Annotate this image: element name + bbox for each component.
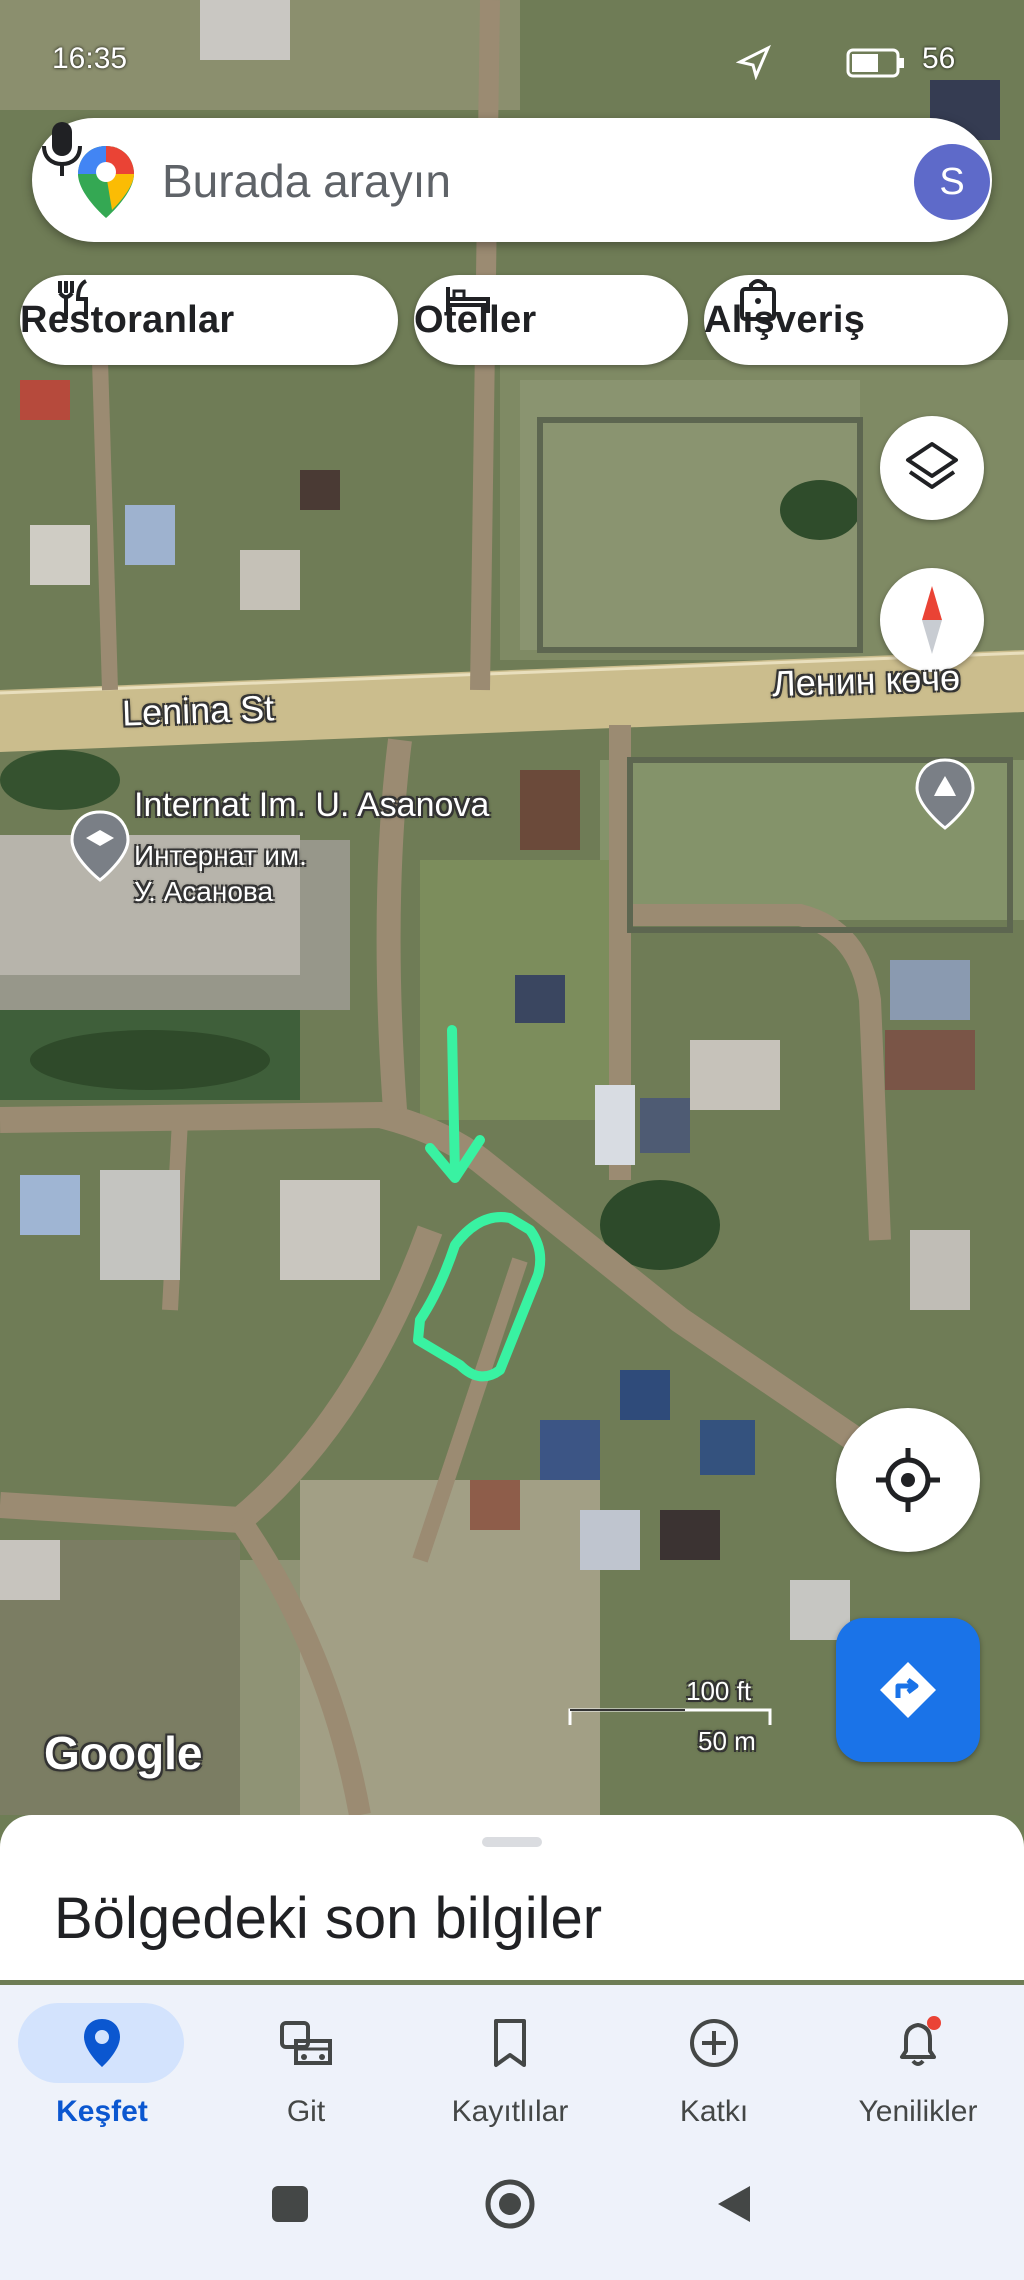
chip-label: Alışveriş xyxy=(704,298,866,341)
search-input[interactable]: Burada arayın xyxy=(162,154,451,208)
street-label-cyrillic: Ленин көчө xyxy=(771,656,961,705)
shopping-bag-icon xyxy=(740,279,776,321)
battery-level: 56 xyxy=(922,42,956,75)
google-logo: Google xyxy=(44,1727,203,1779)
directions-icon xyxy=(880,1662,936,1718)
commute-icon xyxy=(280,2021,332,2065)
nav-saved[interactable]: Kayıtlılar xyxy=(408,1985,612,2150)
fork-knife-icon xyxy=(58,279,88,319)
bed-icon xyxy=(446,287,490,313)
crosshair-icon xyxy=(876,1448,940,1512)
chip-shopping[interactable]: Alışveriş xyxy=(704,275,1008,365)
microphone-icon[interactable] xyxy=(32,118,92,182)
nav-label: Git xyxy=(286,2095,326,2128)
location-pin-icon xyxy=(84,2019,120,2067)
back-icon[interactable] xyxy=(712,2182,756,2226)
chip-restaurants[interactable]: Restoranlar xyxy=(20,275,398,365)
layers-icon xyxy=(906,442,958,489)
bookmark-icon xyxy=(494,2019,526,2067)
my-location-button[interactable] xyxy=(836,1408,980,1552)
compass-icon xyxy=(922,586,942,654)
nav-updates[interactable]: Yenilikler xyxy=(816,1985,1020,2150)
sheet-drag-handle[interactable] xyxy=(482,1837,542,1847)
recent-apps-icon[interactable] xyxy=(268,2182,312,2226)
nav-label: Katkı xyxy=(679,2095,749,2128)
bottom-navigation: Keşfet Git Kayıtlılar Katkı Yenilikler xyxy=(0,1985,1024,2150)
poi-label-russian-line1: Интернат им. xyxy=(134,840,307,871)
nav-label: Keşfet xyxy=(56,2095,148,2128)
poi-label-russian-line2: У. Асанова xyxy=(134,876,274,907)
home-icon[interactable] xyxy=(484,2178,536,2230)
nav-label: Yenilikler xyxy=(858,2095,978,2128)
notification-dot xyxy=(927,2016,941,2030)
nav-contribute[interactable]: Katkı xyxy=(612,1985,816,2150)
poi-label-russian[interactable]: Интернат им. У. Асанова xyxy=(134,838,307,910)
scale-meters: 50 m xyxy=(698,1726,756,1756)
system-navigation-bar xyxy=(0,2150,1024,2280)
account-avatar[interactable]: S xyxy=(914,144,990,220)
search-bar[interactable]: Burada arayın S xyxy=(32,118,992,242)
bell-icon xyxy=(900,2016,941,2066)
poi-label-latin[interactable]: Internat Im. U. Asanova xyxy=(134,786,489,825)
bottom-sheet[interactable]: Bölgedeki son bilgiler xyxy=(0,1815,1024,1980)
status-time: 16:35 xyxy=(52,42,128,75)
nav-explore[interactable]: Keşfet xyxy=(0,1985,204,2150)
satellite-map[interactable]: 16:35 56 Burada arayın S Restoranlar Ote… xyxy=(0,0,1024,1815)
nav-go[interactable]: Git xyxy=(204,1985,408,2150)
compass-button[interactable] xyxy=(880,568,984,672)
layers-button[interactable] xyxy=(880,416,984,520)
directions-button[interactable] xyxy=(836,1618,980,1762)
sheet-title: Bölgedeki son bilgiler xyxy=(54,1886,603,1951)
chip-hotels[interactable]: Oteller xyxy=(414,275,688,365)
nav-label: Kayıtlılar xyxy=(451,2095,569,2128)
add-circle-icon xyxy=(690,2019,738,2067)
scale-feet: 100 ft xyxy=(686,1676,752,1706)
street-label-lenina: Lenina St xyxy=(121,687,275,734)
